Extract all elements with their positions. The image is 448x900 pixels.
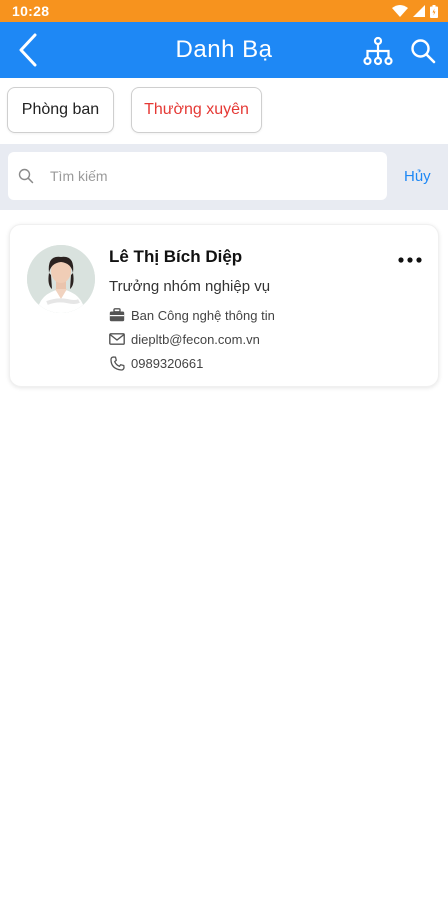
- contact-email[interactable]: diepltb@fecon.com.vn: [131, 332, 260, 347]
- phone-icon: [109, 355, 125, 371]
- org-chart-button[interactable]: [360, 34, 396, 68]
- more-icon: [398, 257, 422, 263]
- status-bar: 10:28: [0, 0, 448, 22]
- filter-tabs: Phòng ban Thường xuyên: [0, 78, 448, 144]
- mail-icon: [109, 331, 125, 347]
- email-row[interactable]: diepltb@fecon.com.vn: [109, 331, 260, 347]
- status-time: 10:28: [12, 3, 50, 19]
- app-header: Danh Bạ: [0, 22, 448, 78]
- phone-row[interactable]: 0989320661: [109, 355, 203, 371]
- search-area: Hủy: [0, 144, 448, 210]
- tab-phong-ban[interactable]: Phòng ban: [7, 87, 114, 133]
- status-icons: [392, 4, 438, 18]
- contact-card[interactable]: Lê Thị Bích Diệp Trưởng nhóm nghiệp vụ B…: [9, 224, 439, 387]
- contact-phone[interactable]: 0989320661: [131, 356, 203, 371]
- signal-icon: [413, 5, 425, 17]
- battery-icon: [430, 4, 438, 18]
- contact-name: Lê Thị Bích Diệp: [109, 247, 243, 266]
- back-arrow-icon: [19, 33, 37, 67]
- wifi-icon: [392, 5, 408, 17]
- more-options-button[interactable]: [392, 245, 428, 275]
- search-box: [8, 152, 387, 200]
- briefcase-icon: [109, 307, 125, 323]
- search-icon: [18, 168, 34, 184]
- avatar: [27, 245, 95, 313]
- department-row: Ban Công nghệ thông tin: [109, 307, 275, 323]
- back-button[interactable]: [8, 30, 48, 70]
- search-input[interactable]: [50, 152, 380, 200]
- contact-department: Ban Công nghệ thông tin: [131, 307, 275, 323]
- org-chart-icon: [363, 36, 393, 66]
- search-icon: [411, 39, 436, 64]
- contact-position: Trưởng nhóm nghiệp vụ: [109, 278, 271, 295]
- tab-thuong-xuyen[interactable]: Thường xuyên: [131, 87, 262, 133]
- cancel-button[interactable]: Hủy: [404, 144, 444, 210]
- header-search-button[interactable]: [406, 34, 440, 68]
